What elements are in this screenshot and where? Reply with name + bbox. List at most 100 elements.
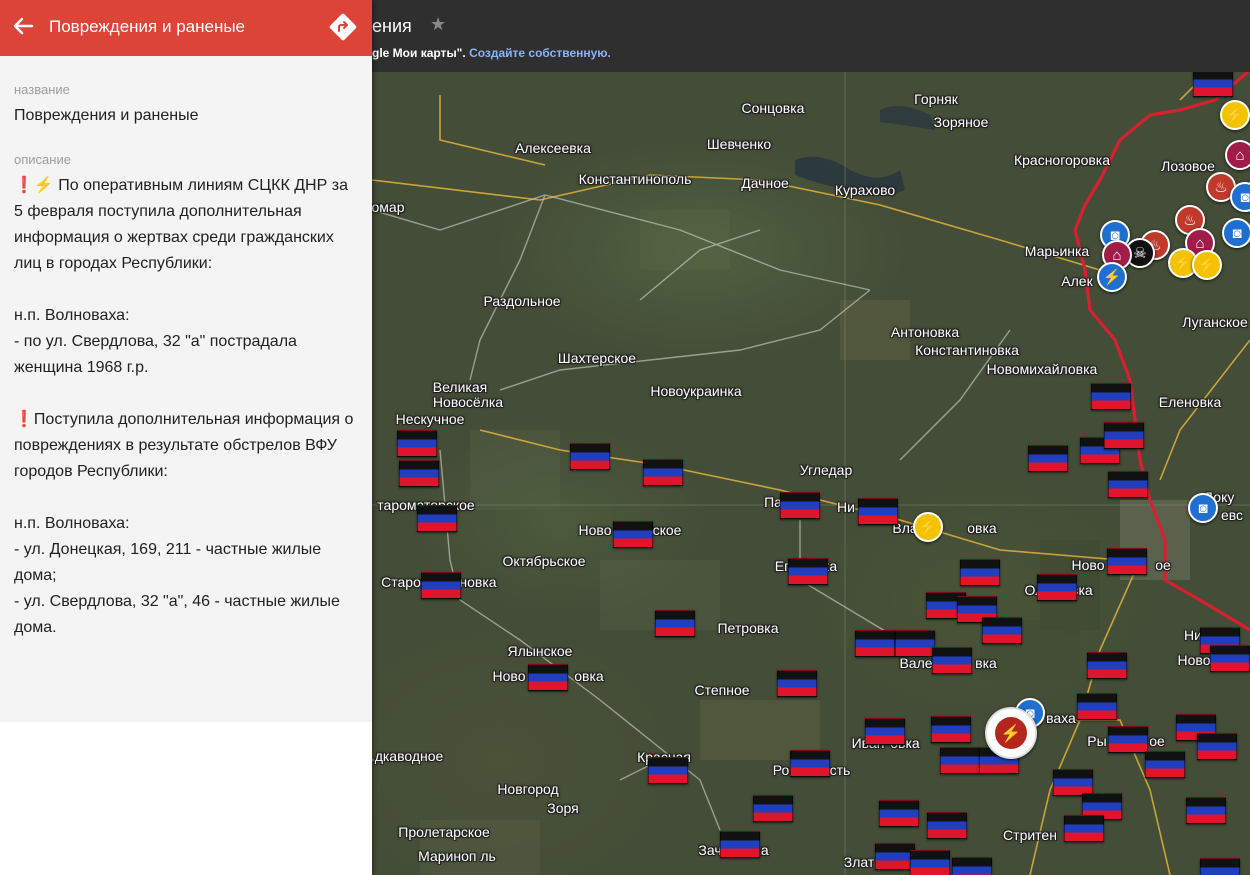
place-label: Зач	[698, 842, 722, 858]
lightning-icon[interactable]: ⚡	[1097, 262, 1127, 292]
lightning-icon[interactable]: ⚡	[913, 512, 943, 542]
dpr-flag-icon[interactable]	[397, 430, 437, 457]
place-label: Новосёлка	[432, 394, 504, 410]
place-label: Зоря	[547, 800, 579, 816]
directions-button[interactable]	[326, 10, 360, 44]
place-label: Ново	[578, 522, 612, 538]
place-label: Ново	[1177, 652, 1211, 668]
dpr-flag-icon[interactable]	[1091, 383, 1131, 410]
place-label: Октябрьское	[502, 553, 586, 569]
dpr-flag-icon[interactable]	[655, 610, 695, 637]
dpr-flag-icon[interactable]	[1108, 726, 1148, 753]
dpr-flag-icon[interactable]	[1108, 471, 1148, 498]
dpr-flag-icon[interactable]	[910, 850, 950, 875]
place-label: Еленовка	[1158, 394, 1222, 410]
lightning-icon[interactable]: ⚡	[1192, 250, 1222, 280]
place-label: Нескучное	[395, 411, 465, 427]
dpr-flag-icon[interactable]	[777, 670, 817, 697]
name-label: название	[14, 82, 70, 97]
dpr-flag-icon[interactable]	[858, 498, 898, 525]
place-label: Новомихайловка	[986, 361, 1098, 377]
selected-marker[interactable]: ⚡	[985, 707, 1037, 759]
place-label: Великая	[432, 379, 488, 395]
place-label: Петровка	[717, 620, 779, 636]
place-label: Старо	[381, 574, 421, 590]
dpr-flag-icon[interactable]	[753, 795, 793, 822]
directions-icon	[329, 13, 357, 41]
dpr-flag-icon[interactable]	[1053, 769, 1093, 796]
feature-details-panel: Повреждения и раненые название Поврежден…	[0, 0, 372, 875]
dpr-flag-icon[interactable]	[895, 630, 935, 657]
place-label: Злат	[843, 854, 875, 870]
map-subtitle-text: gle Мои карты".	[372, 46, 466, 60]
place-label: Константинополь	[578, 171, 692, 187]
dpr-flag-icon[interactable]	[855, 630, 895, 657]
dpr-flag-icon[interactable]	[1064, 815, 1104, 842]
dpr-flag-icon[interactable]	[643, 459, 683, 486]
place-label: Стритен	[1003, 827, 1057, 843]
dpr-flag-icon[interactable]	[960, 559, 1000, 586]
dpr-flag-icon[interactable]	[1197, 733, 1237, 760]
map-title: ения	[372, 16, 412, 36]
create-own-map-link[interactable]: Создайте собственную.	[469, 46, 611, 60]
panel-header: Повреждения и раненые	[0, 0, 372, 56]
place-label: ваха	[1046, 710, 1076, 726]
dpr-flag-icon[interactable]	[417, 505, 457, 532]
place-label: евс	[1220, 507, 1244, 523]
place-label: Сонцовка	[741, 100, 805, 116]
dpr-flag-icon[interactable]	[720, 831, 760, 858]
dpr-flag-icon[interactable]	[940, 747, 980, 774]
dpr-flag-icon[interactable]	[790, 750, 830, 777]
dpr-flag-icon[interactable]	[399, 460, 439, 487]
dpr-flag-icon[interactable]	[932, 647, 972, 674]
house-icon[interactable]: ⌂	[1225, 140, 1250, 170]
camera-icon[interactable]: ◙	[1222, 218, 1250, 248]
place-label: Мариноп ль	[418, 848, 496, 864]
dpr-flag-icon[interactable]	[421, 572, 461, 599]
dpr-flag-icon[interactable]	[879, 800, 919, 827]
dpr-flag-icon[interactable]	[1028, 445, 1068, 472]
dpr-flag-icon[interactable]	[1077, 693, 1117, 720]
dpr-flag-icon[interactable]	[570, 443, 610, 470]
camera-icon[interactable]: ◙	[1188, 493, 1218, 523]
star-icon[interactable]: ★	[430, 14, 446, 35]
place-label: ое	[1155, 557, 1171, 573]
dpr-flag-icon[interactable]	[1037, 574, 1077, 601]
place-label: Луганское	[1182, 314, 1248, 330]
dpr-flag-icon[interactable]	[1107, 548, 1147, 575]
dpr-flag-icon[interactable]	[788, 558, 828, 585]
place-label: Новоукраинка	[650, 383, 742, 399]
place-label: дкаводное	[374, 748, 444, 764]
dpr-flag-icon[interactable]	[952, 857, 992, 875]
dpr-flag-icon[interactable]	[1200, 858, 1240, 875]
place-label: Ново	[1071, 557, 1105, 573]
dpr-flag-icon[interactable]	[865, 718, 905, 745]
dpr-flag-icon[interactable]	[528, 664, 568, 691]
dpr-flag-icon[interactable]	[648, 757, 688, 784]
dpr-flag-icon[interactable]	[875, 843, 915, 870]
place-label: омар	[371, 199, 405, 215]
map-header: ения ★ gle Мои карты". Создайте собствен…	[372, 0, 1250, 72]
dpr-flag-icon[interactable]	[1104, 422, 1144, 449]
dpr-flag-icon[interactable]	[613, 521, 653, 548]
dpr-flag-icon[interactable]	[1193, 70, 1233, 97]
place-label: овка	[967, 520, 997, 536]
description-text: ❗⚡ По оперативным линиям СЦКК ДНР за 5 ф…	[14, 177, 354, 636]
dpr-flag-icon[interactable]	[1087, 652, 1127, 679]
place-label: Шахтерское	[557, 350, 637, 366]
dpr-flag-icon[interactable]	[927, 812, 967, 839]
dpr-flag-icon[interactable]	[1186, 797, 1226, 824]
dpr-flag-icon[interactable]	[780, 492, 820, 519]
dpr-flag-icon[interactable]	[1210, 645, 1250, 672]
place-label: Курахово	[834, 182, 896, 198]
back-button[interactable]	[6, 10, 40, 44]
place-label: Шевченко	[706, 136, 772, 152]
dpr-flag-icon[interactable]	[982, 617, 1022, 644]
place-label: Константиновка	[915, 342, 1019, 358]
place-label: Раздольное	[483, 293, 561, 309]
place-label: Лозовое	[1161, 158, 1215, 174]
lightning-icon[interactable]: ⚡	[1220, 100, 1250, 130]
dpr-flag-icon[interactable]	[1145, 751, 1185, 778]
dpr-flag-icon[interactable]	[931, 716, 971, 743]
place-label: ое	[1149, 733, 1165, 749]
